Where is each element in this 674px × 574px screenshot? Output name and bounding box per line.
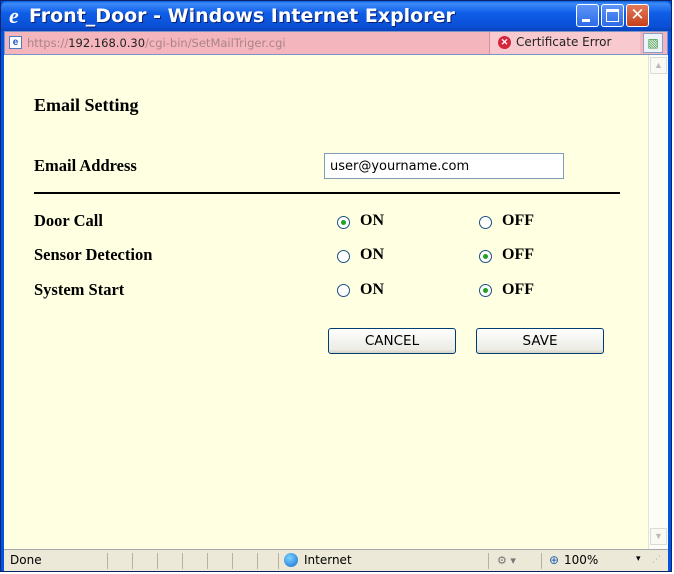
system-start-label: System Start <box>34 280 125 299</box>
door-call-label: Door Call <box>34 211 103 230</box>
compatibility-icon: ▧ <box>647 36 659 50</box>
email-address-label: Email Address <box>34 156 137 175</box>
url-text[interactable]: https://192.168.0.30/cgi-bin/SetMailTrig… <box>27 36 286 50</box>
page-icon: e <box>9 36 22 49</box>
status-separator <box>157 553 158 569</box>
sensor-detection-off-radio[interactable] <box>479 250 492 263</box>
zoom-dropdown-icon[interactable]: ▾ <box>636 554 641 564</box>
browser-window: e Front_Door - Windows Internet Explorer… <box>0 0 672 572</box>
status-bar: Done Internet ⚙ ▾ ⊕ 100% ▾ ⋰ <box>4 549 668 571</box>
sensor-detection-on-radio[interactable] <box>337 250 350 263</box>
certificate-error-button[interactable]: ✕ Certificate Error <box>489 32 640 54</box>
maximize-button[interactable] <box>601 4 624 27</box>
cancel-button[interactable]: CANCEL <box>328 328 456 354</box>
status-separator <box>278 553 279 569</box>
status-separator <box>232 553 233 569</box>
protected-mode-icon[interactable]: ⚙ ▾ <box>497 554 516 567</box>
radio-checked-dot <box>341 220 346 225</box>
door-call-on-label: ON <box>360 212 384 229</box>
url-scheme: https:// <box>27 36 69 50</box>
compatibility-view-button[interactable]: ▧ <box>643 33 663 53</box>
scroll-down-icon[interactable]: ▼ <box>650 528 667 545</box>
zoom-icon[interactable]: ⊕ <box>549 553 559 567</box>
scroll-up-icon[interactable]: ▲ <box>650 57 667 74</box>
door-call-off-label: OFF <box>502 212 534 229</box>
radio-checked-dot <box>483 288 488 293</box>
certificate-error-label: Certificate Error <box>516 35 612 49</box>
close-icon: ✕ <box>630 5 645 25</box>
status-text: Done <box>10 553 42 567</box>
door-call-on-radio[interactable] <box>337 216 350 229</box>
sensor-detection-label: Sensor Detection <box>34 245 153 264</box>
status-separator <box>107 553 108 569</box>
save-button[interactable]: SAVE <box>476 328 604 354</box>
security-zone-label: Internet <box>304 553 352 567</box>
sensor-detection-on-label: ON <box>360 246 384 263</box>
sensor-detection-off-label: OFF <box>502 246 534 263</box>
url-path: /cgi-bin/SetMailTriger.cgi <box>145 36 286 50</box>
page-title: Email Setting <box>34 95 139 115</box>
status-separator <box>257 553 258 569</box>
resize-grip-icon[interactable]: ⋰ <box>652 555 661 565</box>
address-bar[interactable]: e https://192.168.0.30/cgi-bin/SetMailTr… <box>4 31 668 55</box>
status-separator <box>182 553 183 569</box>
shield-error-icon: ✕ <box>498 36 511 49</box>
system-start-on-label: ON <box>360 281 384 298</box>
radio-checked-dot <box>483 254 488 259</box>
system-start-off-radio[interactable] <box>479 284 492 297</box>
status-separator <box>207 553 208 569</box>
system-start-off-label: OFF <box>502 281 534 298</box>
email-field[interactable] <box>324 153 564 179</box>
status-separator <box>132 553 133 569</box>
minimize-icon <box>582 19 590 22</box>
internet-globe-icon <box>284 553 298 567</box>
close-button[interactable]: ✕ <box>626 4 649 27</box>
title-bar[interactable]: e Front_Door - Windows Internet Explorer… <box>1 1 671 31</box>
minimize-button[interactable] <box>576 4 599 27</box>
vertical-scrollbar[interactable]: ▲ ▼ <box>648 55 668 549</box>
zoom-level[interactable]: 100% <box>564 553 598 567</box>
page-content: Email Setting Email Address Door Call ON… <box>4 55 648 549</box>
door-call-off-radio[interactable] <box>479 216 492 229</box>
maximize-icon <box>606 9 619 22</box>
window-title: Front_Door - Windows Internet Explorer <box>29 5 455 27</box>
ie-logo-icon: e <box>9 3 19 28</box>
status-separator <box>541 553 542 569</box>
system-start-on-radio[interactable] <box>337 284 350 297</box>
url-host: 192.168.0.30 <box>68 36 146 50</box>
status-separator <box>488 553 489 569</box>
divider <box>34 192 620 194</box>
